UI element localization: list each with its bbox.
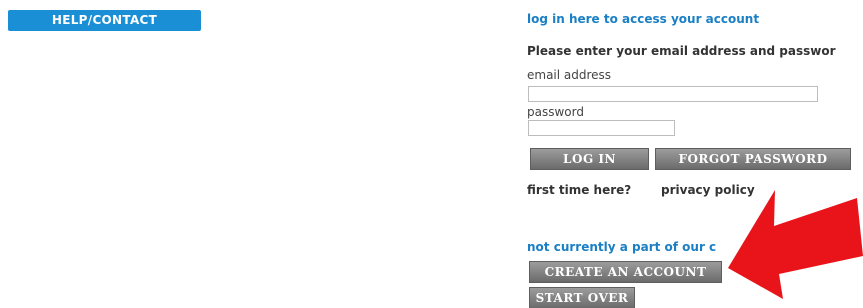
login-heading: log in here to access your account — [527, 12, 760, 26]
start-over-button[interactable]: START OVER — [529, 287, 635, 308]
red-arrow-icon — [728, 190, 863, 299]
email-field[interactable] — [528, 86, 818, 102]
login-instructions: Please enter your email address and pass… — [527, 44, 836, 58]
log-in-button[interactable]: LOG IN — [530, 148, 649, 170]
create-account-button[interactable]: CREATE AN ACCOUNT — [529, 261, 722, 283]
password-label: password — [527, 105, 584, 119]
forgot-password-button[interactable]: FORGOT PASSWORD — [655, 148, 851, 170]
first-time-link[interactable]: first time here? — [527, 183, 631, 197]
password-field[interactable] — [528, 120, 675, 136]
help-contact-button[interactable]: HELP/CONTACT — [8, 10, 201, 31]
signup-prompt: not currently a part of our c — [527, 240, 717, 254]
email-label: email address — [527, 68, 612, 82]
